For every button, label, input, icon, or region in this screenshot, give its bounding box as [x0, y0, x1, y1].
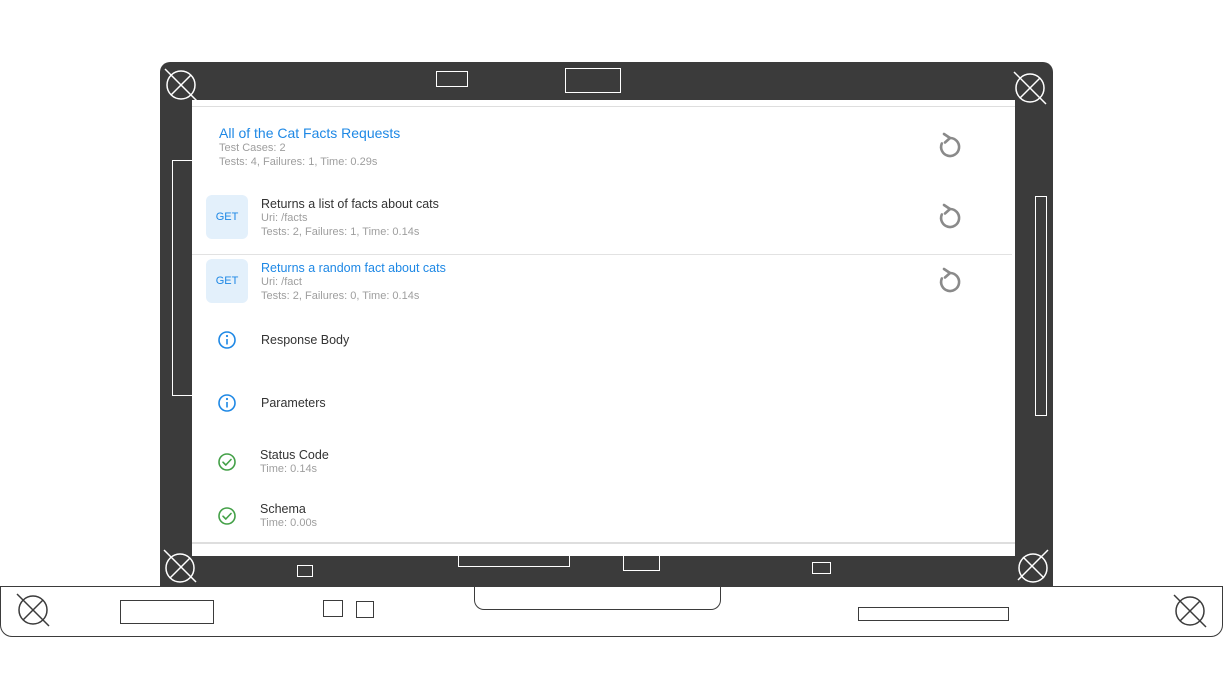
request-summary: Tests: 2, Failures: 0, Time: 0.14s	[261, 290, 420, 302]
check-label: Status Code	[260, 448, 329, 462]
check-label: Response Body	[261, 333, 350, 347]
bottom-bezel-placeholder	[623, 556, 660, 571]
base-placeholder	[120, 600, 214, 624]
suite-title[interactable]: All of the Cat Facts Requests	[219, 125, 400, 141]
request-title: Returns a random fact about cats	[261, 261, 446, 275]
right-side-placeholder	[1035, 196, 1047, 416]
base-placeholder	[858, 607, 1009, 621]
method-badge: GET	[206, 195, 248, 239]
divider	[192, 254, 1012, 255]
camera-placeholder	[436, 71, 468, 87]
request-row-random-fact[interactable]: GET Returns a random fact about cats Uri…	[192, 256, 1015, 306]
check-label: Schema	[260, 502, 306, 516]
placeholder-x-icon	[1012, 70, 1048, 106]
method-badge: GET	[206, 259, 248, 303]
request-uri: Uri: /fact	[261, 276, 302, 288]
divider	[192, 106, 1015, 107]
request-summary: Tests: 2, Failures: 1, Time: 0.14s	[261, 226, 420, 238]
request-uri: Uri: /facts	[261, 212, 308, 224]
app-screen: All of the Cat Facts Requests Test Cases…	[192, 100, 1015, 556]
check-row-parameters[interactable]: Parameters	[192, 389, 1015, 417]
placeholder-x-icon	[1172, 593, 1208, 629]
check-row-status-code[interactable]: Status Code Time: 0.14s	[192, 444, 1015, 480]
divider	[192, 542, 1015, 544]
rerun-request-icon[interactable]	[936, 267, 964, 295]
placeholder-x-icon	[163, 67, 199, 103]
check-label: Parameters	[261, 396, 326, 410]
sensor-placeholder	[565, 68, 621, 93]
check-time: Time: 0.14s	[260, 463, 318, 475]
rerun-suite-icon[interactable]	[936, 132, 964, 160]
base-placeholder	[323, 600, 343, 617]
placeholder-x-icon	[15, 592, 51, 628]
base-placeholder	[356, 601, 374, 618]
check-time: Time: 0.00s	[260, 517, 318, 529]
bottom-bezel-placeholder	[297, 565, 313, 577]
check-circle-icon	[217, 452, 237, 472]
request-title: Returns a list of facts about cats	[261, 197, 439, 211]
info-icon	[217, 330, 237, 350]
left-side-placeholder	[172, 160, 192, 396]
check-circle-icon	[217, 506, 237, 526]
request-row-list-facts[interactable]: GET Returns a list of facts about cats U…	[192, 188, 1015, 248]
check-row-schema[interactable]: Schema Time: 0.00s	[192, 498, 1015, 534]
check-row-response-body[interactable]: Response Body	[192, 326, 1015, 354]
bottom-bezel-placeholder	[812, 562, 831, 574]
laptop-trackpad-notch	[474, 586, 721, 610]
placeholder-x-icon	[1014, 548, 1050, 584]
info-icon	[217, 393, 237, 413]
bottom-bezel-placeholder	[458, 556, 570, 567]
suite-test-cases: Test Cases: 2	[219, 142, 286, 154]
rerun-request-icon[interactable]	[936, 203, 964, 231]
suite-summary: Tests: 4, Failures: 1, Time: 0.29s	[219, 156, 378, 168]
